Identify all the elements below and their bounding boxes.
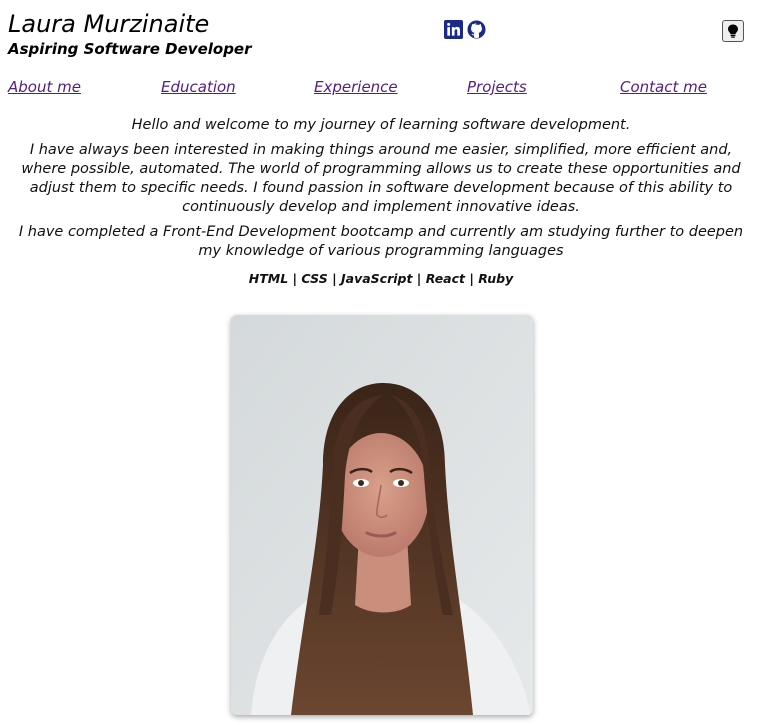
skills-list: HTML | CSS | JavaScript | React | Ruby: [248, 271, 514, 286]
github-link[interactable]: [467, 20, 486, 39]
welcome-text: Hello and welcome to my journey of learn…: [131, 117, 631, 133]
about-paragraph-1: I have always been interested in making …: [21, 142, 741, 215]
site-subtitle: Aspiring Software Developer: [8, 40, 252, 58]
theme-toggle-button[interactable]: [722, 20, 744, 42]
lightbulb-icon: [728, 24, 738, 38]
nav-experience[interactable]: Experience: [314, 78, 398, 96]
social-links: [444, 20, 486, 39]
portrait-photo: [231, 315, 533, 715]
site-title: Laura Murzinaite: [8, 10, 210, 38]
nav-about-me[interactable]: About me: [8, 78, 81, 96]
site-header: Laura Murzinaite Aspiring Software Devel…: [0, 0, 762, 70]
linkedin-icon: [444, 20, 463, 39]
nav-projects[interactable]: Projects: [467, 78, 527, 96]
github-icon: [467, 20, 486, 39]
nav-education[interactable]: Education: [161, 78, 236, 96]
about-paragraph-2: I have completed a Front-End Development…: [18, 224, 744, 259]
linkedin-link[interactable]: [444, 20, 463, 39]
about-section: Hello and welcome to my journey of learn…: [10, 116, 752, 294]
profile-photo: [231, 315, 533, 715]
page: Laura Murzinaite Aspiring Software Devel…: [0, 0, 762, 725]
nav-contact-me[interactable]: Contact me: [620, 78, 707, 96]
main-nav: About me Education Experience Projects C…: [8, 78, 754, 100]
